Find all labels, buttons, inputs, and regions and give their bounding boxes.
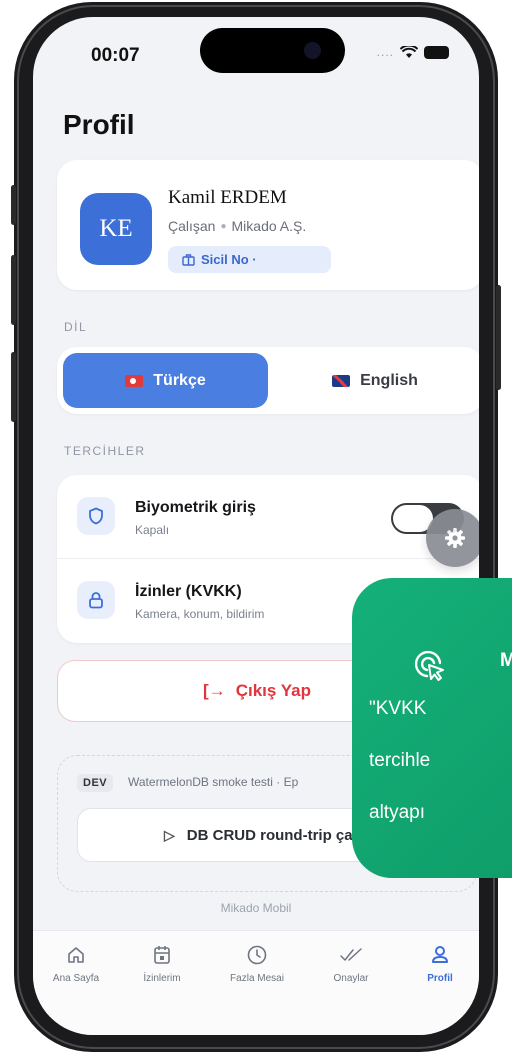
- clock-icon: [213, 941, 301, 969]
- dynamic-island: [200, 28, 345, 73]
- tab-home[interactable]: Ana Sayfa: [33, 941, 120, 984]
- user-icon: [396, 941, 479, 969]
- tab-label-overtime: Fazla Mesai: [230, 973, 284, 984]
- db-crud-label: DB CRUD round-trip ça: [186, 826, 353, 844]
- biometric-title: Biyometrik giriş: [135, 499, 256, 516]
- shield-icon: [77, 497, 115, 535]
- lock-icon: [77, 581, 115, 619]
- cursor-click-icon: [414, 650, 444, 681]
- battery-icon: [424, 45, 449, 59]
- language-option-english[interactable]: English: [272, 353, 478, 408]
- notification-toast[interactable]: M "KVKK tercihle altyapı: [352, 578, 512, 878]
- tab-label-approvals: Onaylar: [333, 973, 369, 984]
- separator-dot: ●: [220, 220, 227, 232]
- toast-line-1: "KVKK: [369, 698, 427, 719]
- sicil-badge: Sicil No ·: [168, 246, 331, 273]
- profile-company: Mikado A.Ş.: [231, 218, 307, 234]
- tab-profile[interactable]: Profil: [396, 941, 479, 984]
- profile-name: Kamil ERDEM: [168, 187, 287, 208]
- permissions-subtitle: Kamera, konum, bildirim: [135, 607, 265, 621]
- language-label-turkish: Türkçe: [153, 371, 206, 389]
- turkey-flag-icon: [125, 374, 144, 387]
- dev-badge: DEV: [77, 774, 114, 792]
- profile-subtitle: Çalışan ● Mikado A.Ş.: [168, 218, 306, 234]
- permissions-title: İzinler (KVKK): [135, 583, 242, 600]
- status-time: 00:07: [91, 45, 140, 66]
- wifi-icon: [400, 45, 418, 58]
- profile-card: KE Kamil ERDEM Çalışan ● Mikado A.Ş. Sic…: [57, 160, 479, 290]
- biometric-status: Kapalı: [135, 523, 170, 537]
- dev-description: WatermelonDB smoke testi · Ep: [128, 775, 299, 789]
- footer-brand: Mikado Mobil: [220, 901, 292, 915]
- logout-icon: [→: [203, 681, 226, 700]
- status-icons: ....: [377, 45, 449, 59]
- tab-bar: Ana Sayfa İzinlerim Fazla Mesai Onaylar …: [33, 930, 479, 1035]
- toast-line-3: altyapı: [369, 802, 425, 823]
- language-section-label: DİL: [64, 320, 88, 334]
- double-check-icon: [307, 941, 395, 969]
- tab-label-profile: Profil: [427, 973, 453, 984]
- logout-label: Çıkış Yap: [235, 681, 311, 700]
- front-camera: [304, 42, 321, 59]
- preferences-section-label: TERCİHLER: [64, 444, 146, 458]
- id-card-icon: [182, 253, 195, 266]
- volume-down-button: [11, 352, 16, 422]
- uk-flag-icon: [332, 374, 351, 387]
- action-button: [11, 185, 16, 225]
- volume-up-button: [11, 255, 16, 325]
- tab-label-home: Ana Sayfa: [52, 973, 100, 984]
- settings-fab[interactable]: [426, 509, 479, 567]
- biometric-login-row[interactable]: Biyometrik giriş Kapalı: [57, 475, 479, 559]
- language-label-english: English: [360, 371, 418, 389]
- play-icon: ▷: [164, 826, 175, 843]
- tab-label-leaves: İzinlerim: [143, 973, 181, 984]
- profile-role: Çalışan: [168, 218, 216, 234]
- tab-approvals[interactable]: Onaylar: [307, 941, 395, 984]
- gear-icon: [445, 528, 465, 548]
- calendar-icon: [118, 941, 206, 969]
- tab-leaves[interactable]: İzinlerim: [118, 941, 206, 984]
- avatar: KE: [80, 193, 152, 265]
- language-option-turkish[interactable]: Türkçe: [63, 353, 268, 408]
- sicil-label: Sicil No ·: [201, 252, 257, 267]
- page-title: Profil: [63, 109, 135, 140]
- app-screen: 00:07 .... Profil KE Kamil ERDEM Çalışan…: [33, 17, 479, 1035]
- language-selector: Türkçe English: [57, 347, 479, 414]
- home-icon: [33, 941, 120, 969]
- signal-icon: ....: [376, 45, 394, 59]
- tab-overtime[interactable]: Fazla Mesai: [213, 941, 301, 984]
- toast-line-2: tercihle: [369, 750, 431, 771]
- toast-title: M: [500, 650, 512, 671]
- power-button: [496, 285, 501, 390]
